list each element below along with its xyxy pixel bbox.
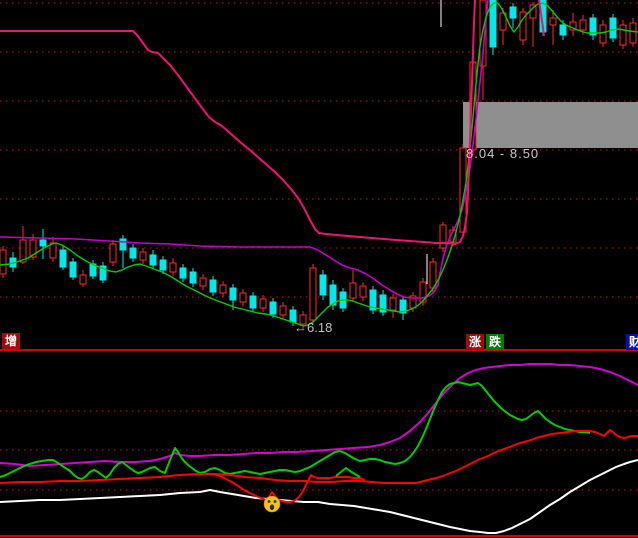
panel-divider [0,333,638,352]
fall-button[interactable]: 跌 [486,334,504,350]
top-price-panel [0,0,638,330]
low-price-marker: ←6.18 [294,320,332,335]
wealth-button[interactable]: 财 [626,334,638,350]
rise-button[interactable]: 涨 [466,334,484,350]
stock-chart-app: 8.04 - 8.50 ←6.18 增 涨 跌 财 [0,0,638,538]
chart-canvas[interactable] [0,0,638,538]
candles-group [0,0,636,330]
margin-button[interactable]: 增 [2,333,20,349]
bottom-indicator-panel [0,364,638,536]
gap-range-label: 8.04 - 8.50 [466,146,539,161]
smiley-marker [264,496,280,512]
